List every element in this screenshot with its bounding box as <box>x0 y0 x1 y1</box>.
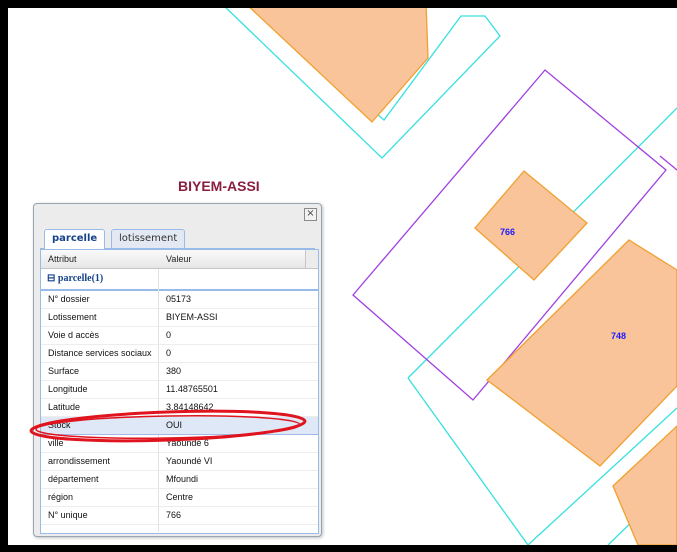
highlight-ellipse <box>29 409 307 443</box>
